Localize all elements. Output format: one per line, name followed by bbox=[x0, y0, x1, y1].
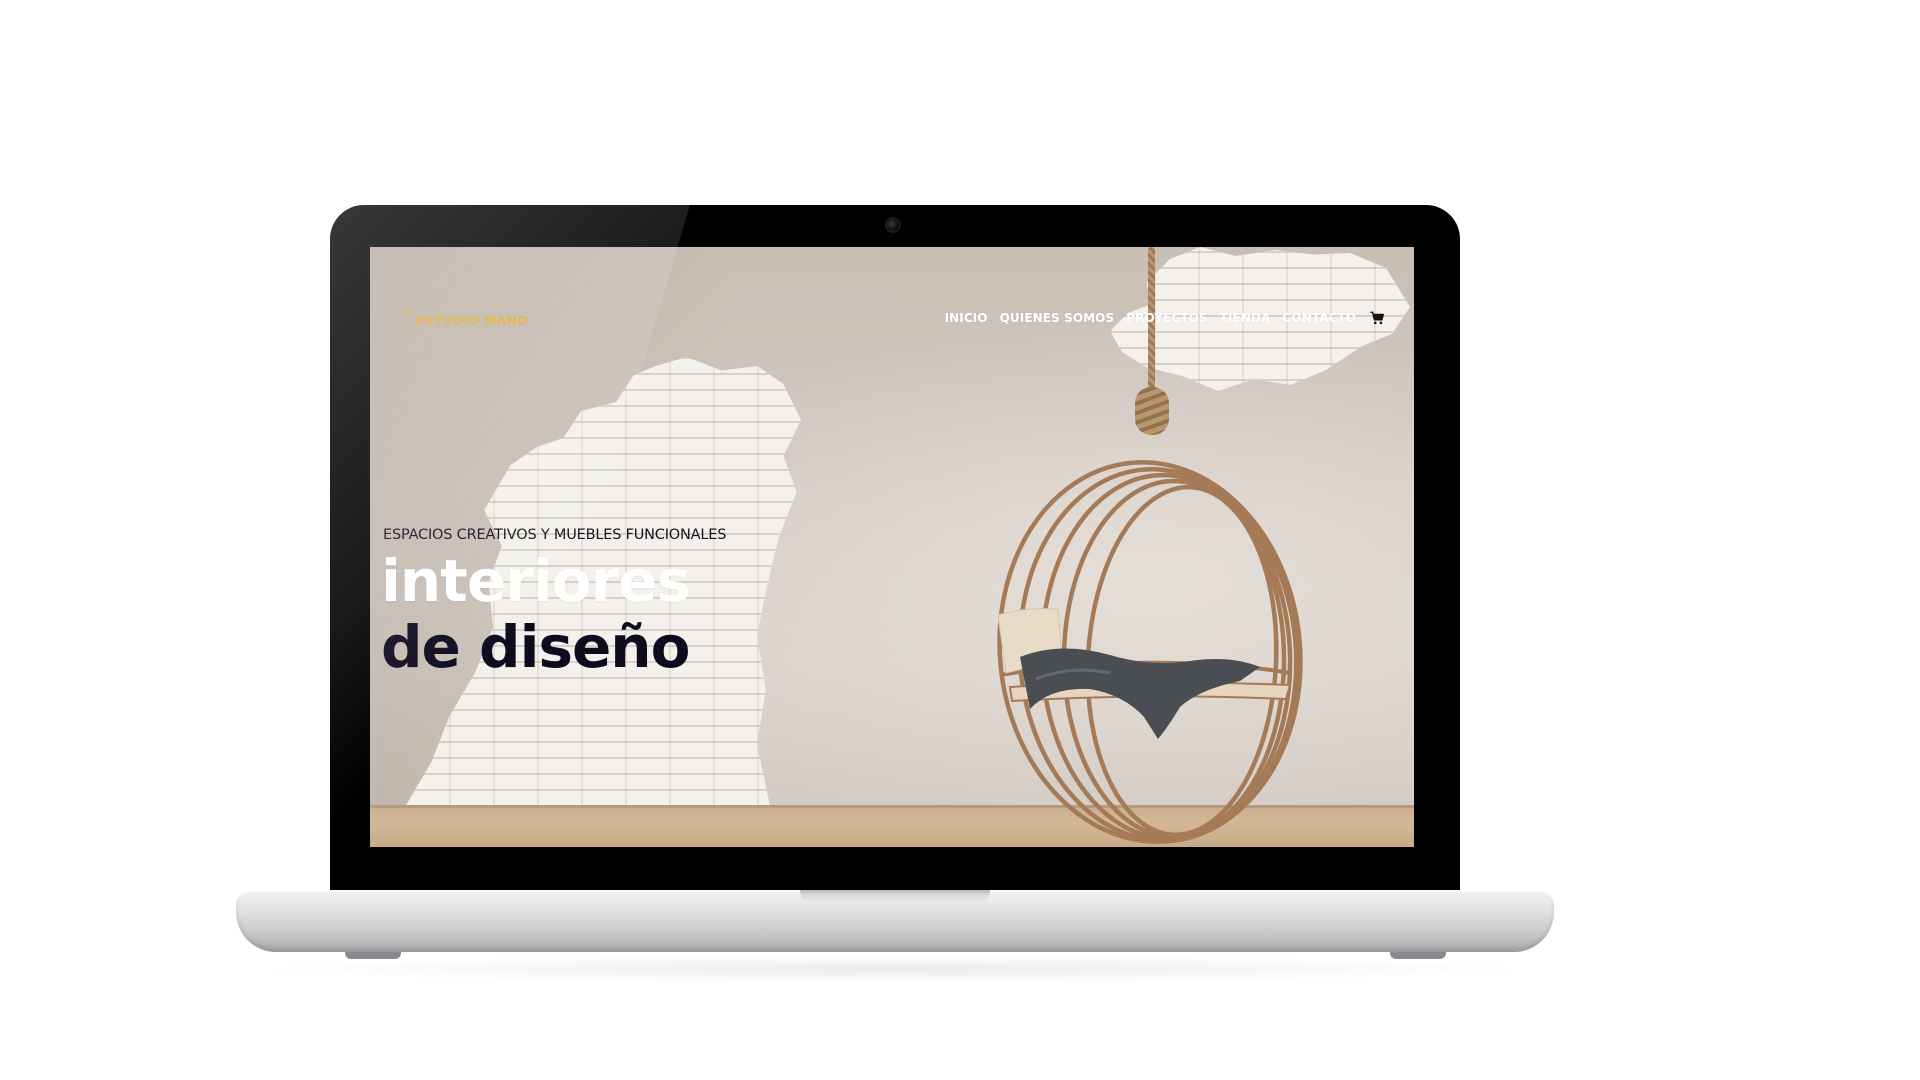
hanging-swing-chair bbox=[997, 460, 1303, 844]
laptop-base bbox=[236, 890, 1554, 952]
laptop-screen: ESTUDIO MANO INICIO QUIENES SOMOS PROYEC… bbox=[370, 247, 1414, 847]
laptop-opening-notch bbox=[800, 890, 990, 902]
nav-item-inicio[interactable]: INICIO bbox=[945, 311, 988, 325]
nav-item-tienda[interactable]: TIENDA bbox=[1220, 311, 1271, 325]
nav-item-contacto[interactable]: CONTACTO bbox=[1282, 311, 1356, 325]
logo-text: ESTUDIO MANO bbox=[416, 313, 528, 328]
rope-knot bbox=[1135, 387, 1169, 435]
hero-subtitle: ESPACIOS CREATIVOS Y MUEBLES FUNCIONALES bbox=[383, 527, 727, 543]
laptop-lid: ESTUDIO MANO INICIO QUIENES SOMOS PROYEC… bbox=[330, 205, 1460, 890]
main-navigation: INICIO QUIENES SOMOS PROYECTOS TIENDA CO… bbox=[945, 311, 1384, 325]
site-logo[interactable]: ESTUDIO MANO bbox=[404, 310, 528, 328]
logo-mark-icon bbox=[404, 310, 415, 326]
cart-icon[interactable] bbox=[1370, 311, 1384, 325]
hero-headline-line1: interiores bbox=[381, 547, 691, 615]
laptop-shadow bbox=[250, 955, 1540, 983]
mockup-stage: ESTUDIO MANO INICIO QUIENES SOMOS PROYEC… bbox=[0, 0, 1920, 1080]
nav-item-quienes-somos[interactable]: QUIENES SOMOS bbox=[1000, 311, 1115, 325]
laptop-foot-left bbox=[345, 952, 401, 959]
nav-item-proyectos[interactable]: PROYECTOS bbox=[1126, 311, 1207, 325]
webcam-icon bbox=[885, 217, 901, 233]
laptop-foot-right bbox=[1390, 952, 1446, 959]
hero-headline-line2: de diseño bbox=[381, 613, 690, 681]
